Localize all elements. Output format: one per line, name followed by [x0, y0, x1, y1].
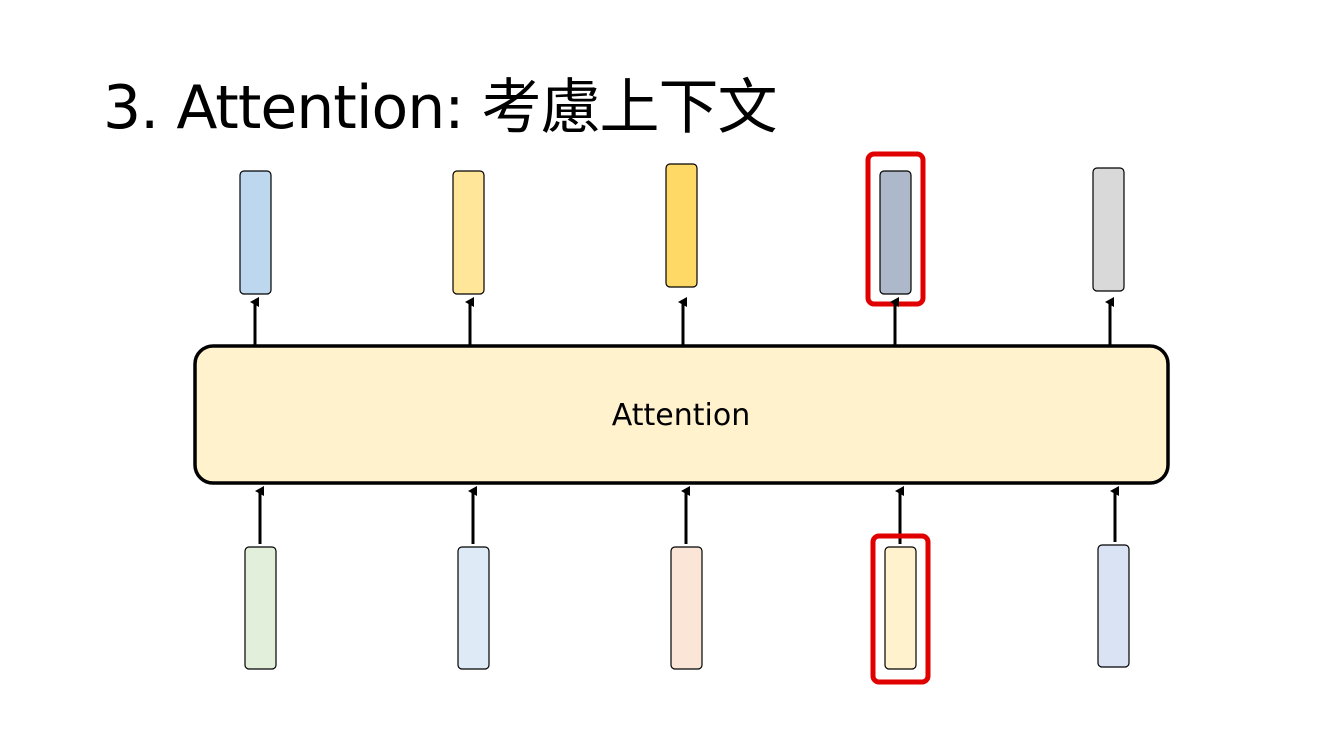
input-layer	[244, 533, 1130, 685]
input-vector-3	[670, 546, 703, 670]
input-vector-2	[457, 546, 490, 670]
output-vector-1	[239, 170, 272, 295]
output-vector-3	[665, 163, 698, 288]
output-vector-4	[879, 170, 912, 295]
output-arrows	[250, 297, 1114, 346]
input-vector-5	[1097, 544, 1130, 668]
input-arrows	[255, 486, 1119, 544]
attention-diagram: Attention	[193, 151, 1170, 685]
output-layer	[239, 151, 1125, 307]
output-vector-5	[1092, 167, 1125, 292]
attention-label: Attention	[612, 398, 750, 433]
output-vector-2	[452, 170, 485, 295]
input-vector-4	[884, 546, 917, 670]
input-vector-1	[244, 546, 277, 670]
